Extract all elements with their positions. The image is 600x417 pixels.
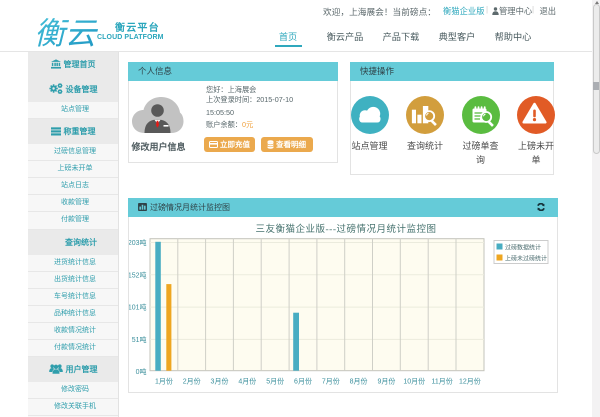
svg-text:11月份: 11月份 <box>431 376 452 385</box>
svg-text:3月份: 3月份 <box>211 376 229 385</box>
svg-text:衡云: 衡云 <box>36 17 98 50</box>
svg-text:上磅未过磅统计: 上磅未过磅统计 <box>505 254 547 262</box>
svg-text:9月份: 9月份 <box>377 376 395 385</box>
svg-text:152吨: 152吨 <box>129 270 147 279</box>
svg-text:4月份: 4月份 <box>238 376 256 385</box>
svg-text:203吨: 203吨 <box>129 238 147 247</box>
svg-text:7月份: 7月份 <box>322 376 340 385</box>
svg-text:101吨: 101吨 <box>129 302 147 311</box>
svg-text:5月份: 5月份 <box>266 376 284 385</box>
svg-text:过磅数据统计: 过磅数据统计 <box>505 243 541 251</box>
svg-text:10月份: 10月份 <box>403 376 425 385</box>
svg-text:12月份: 12月份 <box>459 376 481 385</box>
svg-text:8月份: 8月份 <box>350 376 368 385</box>
svg-text:6月份: 6月份 <box>294 376 312 385</box>
svg-text:2月份: 2月份 <box>183 376 201 385</box>
svg-text:51吨: 51吨 <box>132 334 147 343</box>
svg-text:1月份: 1月份 <box>155 376 173 385</box>
svg-text:0吨: 0吨 <box>136 367 147 376</box>
